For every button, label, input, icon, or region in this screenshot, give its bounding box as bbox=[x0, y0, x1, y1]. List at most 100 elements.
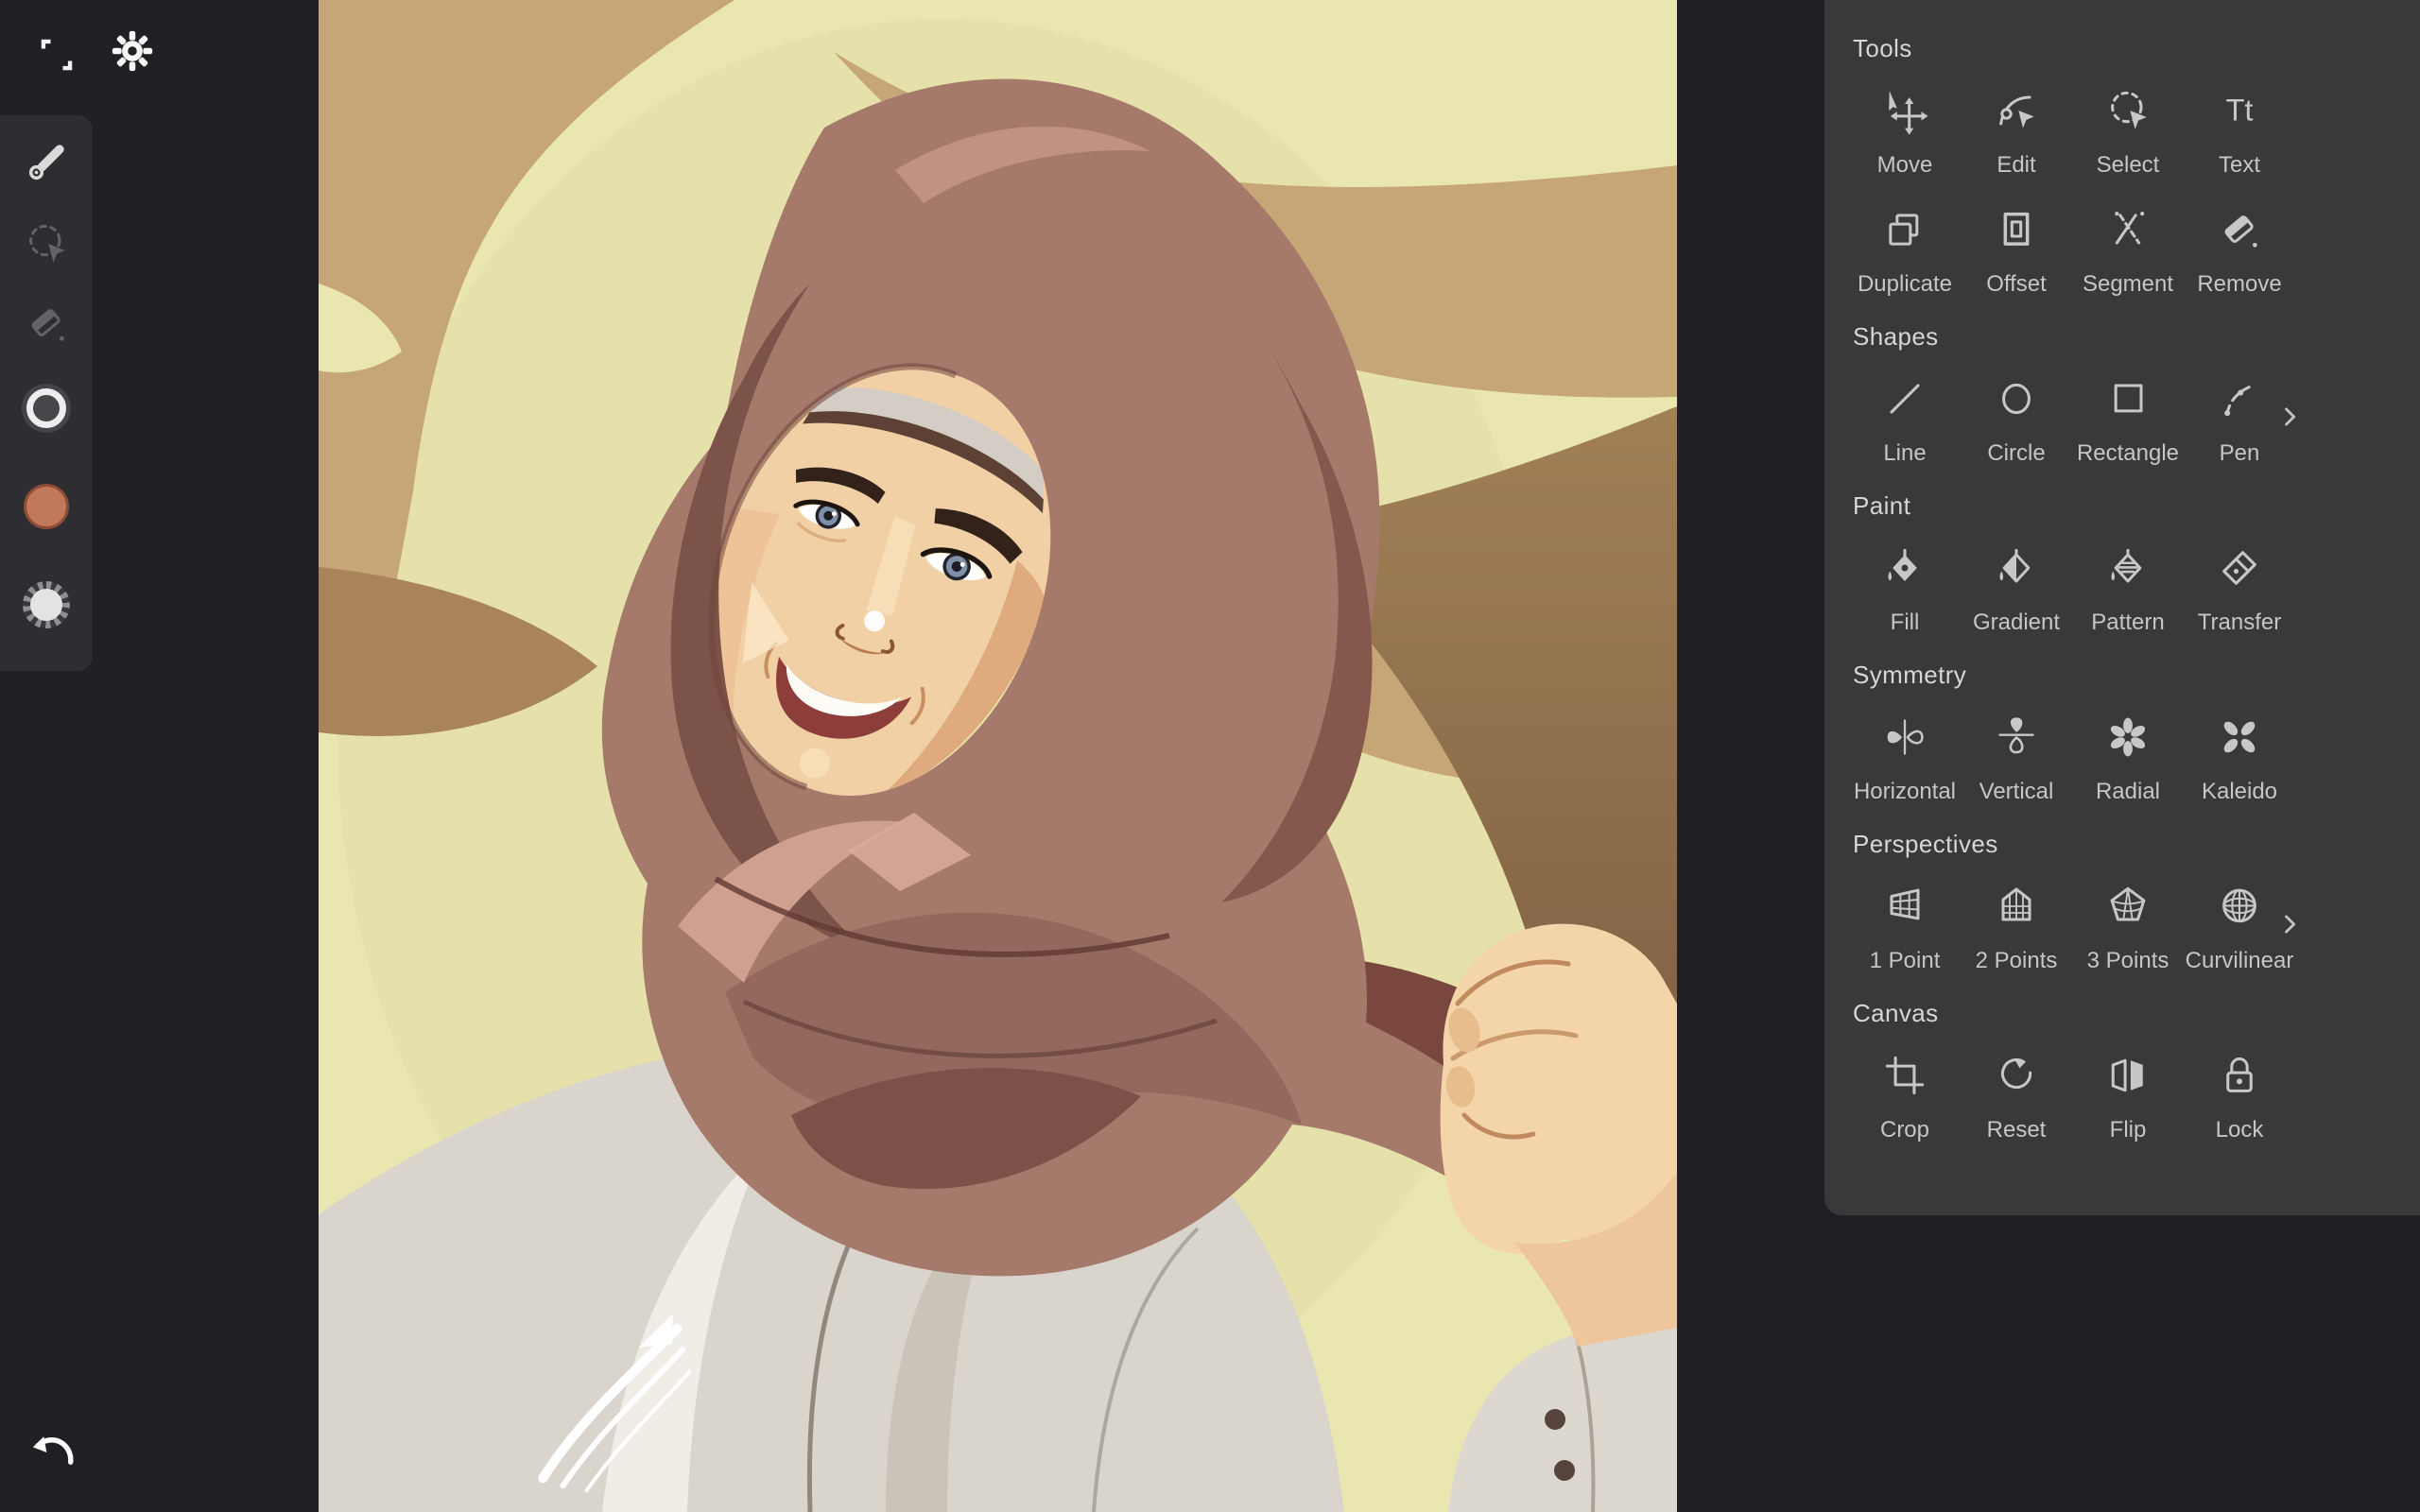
tool-label: Rectangle bbox=[2076, 440, 2180, 466]
tool-segment-button[interactable]: Segment bbox=[2072, 203, 2184, 298]
tool-circle-button[interactable]: Circle bbox=[1961, 372, 2072, 467]
tool-label: Move bbox=[1876, 152, 1933, 178]
tool-edit-button[interactable]: Edit bbox=[1961, 84, 2072, 179]
persp-3points-icon bbox=[2101, 880, 2154, 933]
tool-1-point-button[interactable]: 1 Point bbox=[1849, 880, 1961, 974]
tool-label: Curvilinear bbox=[2185, 948, 2294, 973]
section-title-tools: Tools bbox=[1853, 34, 1912, 62]
sym-kaleido-icon bbox=[2213, 711, 2266, 764]
tool-row: Move Edit Select Tt Text bbox=[1824, 84, 2420, 179]
pen-tool-button[interactable] bbox=[20, 136, 73, 189]
tool-label: Pen bbox=[2219, 440, 2260, 466]
fill-color-circle bbox=[24, 484, 69, 529]
tool-row: Line Circle Rectangle Pen bbox=[1824, 372, 2420, 467]
tool-gradient-button[interactable]: Gradient bbox=[1961, 541, 2072, 636]
tool-label: 1 Point bbox=[1869, 948, 1941, 973]
tool-row: Crop Reset Flip Lock bbox=[1824, 1049, 2420, 1143]
tool-label: Pattern bbox=[2091, 610, 2165, 635]
tool-label: Offset bbox=[1986, 271, 2047, 297]
tool-reset-button[interactable]: Reset bbox=[1961, 1049, 2072, 1143]
tool-label: Select bbox=[2096, 152, 2160, 178]
edit-icon bbox=[1990, 84, 2043, 137]
undo-button[interactable] bbox=[28, 1422, 83, 1477]
tool-select-button[interactable]: Select bbox=[2072, 84, 2184, 179]
expand-icon[interactable] bbox=[32, 30, 81, 79]
flip-icon bbox=[2101, 1049, 2154, 1102]
settings-gear-icon[interactable] bbox=[108, 26, 157, 76]
circle-icon bbox=[1990, 372, 2043, 425]
tool-crop-button[interactable]: Crop bbox=[1849, 1049, 1961, 1143]
tool-label: Crop bbox=[1879, 1117, 1930, 1143]
rectangle-icon bbox=[2101, 372, 2154, 425]
line-icon bbox=[1878, 372, 1931, 425]
tool-label: Kaleido bbox=[2201, 779, 2278, 804]
text-icon: Tt bbox=[2213, 84, 2266, 137]
tool-vertical-button[interactable]: Vertical bbox=[1961, 711, 2072, 805]
chevron-right-icon[interactable] bbox=[2276, 404, 2303, 430]
section-title-paint: Paint bbox=[1853, 491, 1911, 520]
tool-flip-button[interactable]: Flip bbox=[2072, 1049, 2184, 1143]
lock-icon bbox=[2213, 1049, 2266, 1102]
reset-icon bbox=[1990, 1049, 2043, 1102]
crop-icon bbox=[1878, 1049, 1931, 1102]
eraser-tool-button[interactable] bbox=[20, 297, 73, 350]
tool-move-button[interactable]: Move bbox=[1849, 84, 1961, 179]
tool-label: Edit bbox=[1996, 152, 2036, 178]
section-perspectives: Perspectives 1 Point 2 Points 3 Points Curvi… bbox=[1824, 830, 2420, 974]
tool-transfer-button[interactable]: Transfer bbox=[2184, 541, 2295, 636]
persp-1point-icon bbox=[1878, 880, 1931, 933]
sym-radial-icon bbox=[2101, 711, 2154, 764]
select-icon bbox=[2101, 84, 2154, 137]
tool-duplicate-button[interactable]: Duplicate bbox=[1849, 203, 1961, 298]
persp-2points-icon bbox=[1990, 880, 2043, 933]
canvas-artwork bbox=[319, 0, 1677, 1512]
tool-kaleido-button[interactable]: Kaleido bbox=[2184, 711, 2295, 805]
tool-pattern-button[interactable]: Pattern bbox=[2072, 541, 2184, 636]
tool-label: Vertical bbox=[1979, 779, 2054, 804]
tool-line-button[interactable]: Line bbox=[1849, 372, 1961, 467]
gradient-icon bbox=[1990, 541, 2043, 594]
tool-row: Horizontal Vertical Radial Kaleido bbox=[1824, 711, 2420, 805]
stroke-color-swatch[interactable] bbox=[20, 382, 73, 435]
drawing-canvas[interactable] bbox=[319, 0, 1677, 1512]
tool-offset-button[interactable]: Offset bbox=[1961, 203, 2072, 298]
transfer-icon bbox=[2213, 541, 2266, 594]
fill-color-swatch[interactable] bbox=[20, 480, 73, 533]
tool-label: Horizontal bbox=[1853, 779, 1957, 804]
tool-lock-button[interactable]: Lock bbox=[2184, 1049, 2295, 1143]
offset-icon bbox=[1990, 203, 2043, 256]
tool-label: Radial bbox=[2095, 779, 2161, 804]
tool-text-button[interactable]: Tt Text bbox=[2184, 84, 2295, 179]
section-title-shapes: Shapes bbox=[1853, 322, 1939, 351]
tool-horizontal-button[interactable]: Horizontal bbox=[1849, 711, 1961, 805]
fill-icon bbox=[1878, 541, 1931, 594]
tools-panel: Tools Move Edit Select Tt Text Duplicate Offset… bbox=[1824, 0, 2420, 1215]
tool-remove-button[interactable]: Remove bbox=[2184, 203, 2295, 298]
tool-label: Text bbox=[2218, 152, 2260, 178]
tool-row: Fill Gradient Pattern Transfer bbox=[1824, 541, 2420, 636]
tool-label: Line bbox=[1883, 440, 1927, 466]
pattern-icon bbox=[2101, 541, 2154, 594]
section-title-symmetry: Symmetry bbox=[1853, 661, 1967, 689]
opacity-swatch[interactable] bbox=[20, 578, 73, 631]
chevron-right-icon[interactable] bbox=[2276, 911, 2303, 937]
tool-label: Fill bbox=[1890, 610, 1920, 635]
persp-curvilinear-icon bbox=[2213, 880, 2266, 933]
tool-label: Circle bbox=[1987, 440, 2046, 466]
tool-3-points-button[interactable]: 3 Points bbox=[2072, 880, 2184, 974]
tool-radial-button[interactable]: Radial bbox=[2072, 711, 2184, 805]
left-toolbar bbox=[0, 115, 93, 671]
tool-fill-button[interactable]: Fill bbox=[1849, 541, 1961, 636]
sym-horizontal-icon bbox=[1878, 711, 1931, 764]
remove-icon bbox=[2213, 203, 2266, 256]
select-tool-button[interactable] bbox=[20, 217, 73, 270]
segment-icon bbox=[2101, 203, 2154, 256]
tool-label: 2 Points bbox=[1975, 948, 2058, 973]
tool-2-points-button[interactable]: 2 Points bbox=[1961, 880, 2072, 974]
tool-label: Segment bbox=[2082, 271, 2174, 297]
tool-rectangle-button[interactable]: Rectangle bbox=[2072, 372, 2184, 467]
pen-icon bbox=[2213, 372, 2266, 425]
tool-label: Flip bbox=[2109, 1117, 2147, 1143]
section-tools: Tools Move Edit Select Tt Text Duplicate Offset… bbox=[1824, 34, 2420, 298]
section-title-canvas: Canvas bbox=[1853, 999, 1939, 1027]
